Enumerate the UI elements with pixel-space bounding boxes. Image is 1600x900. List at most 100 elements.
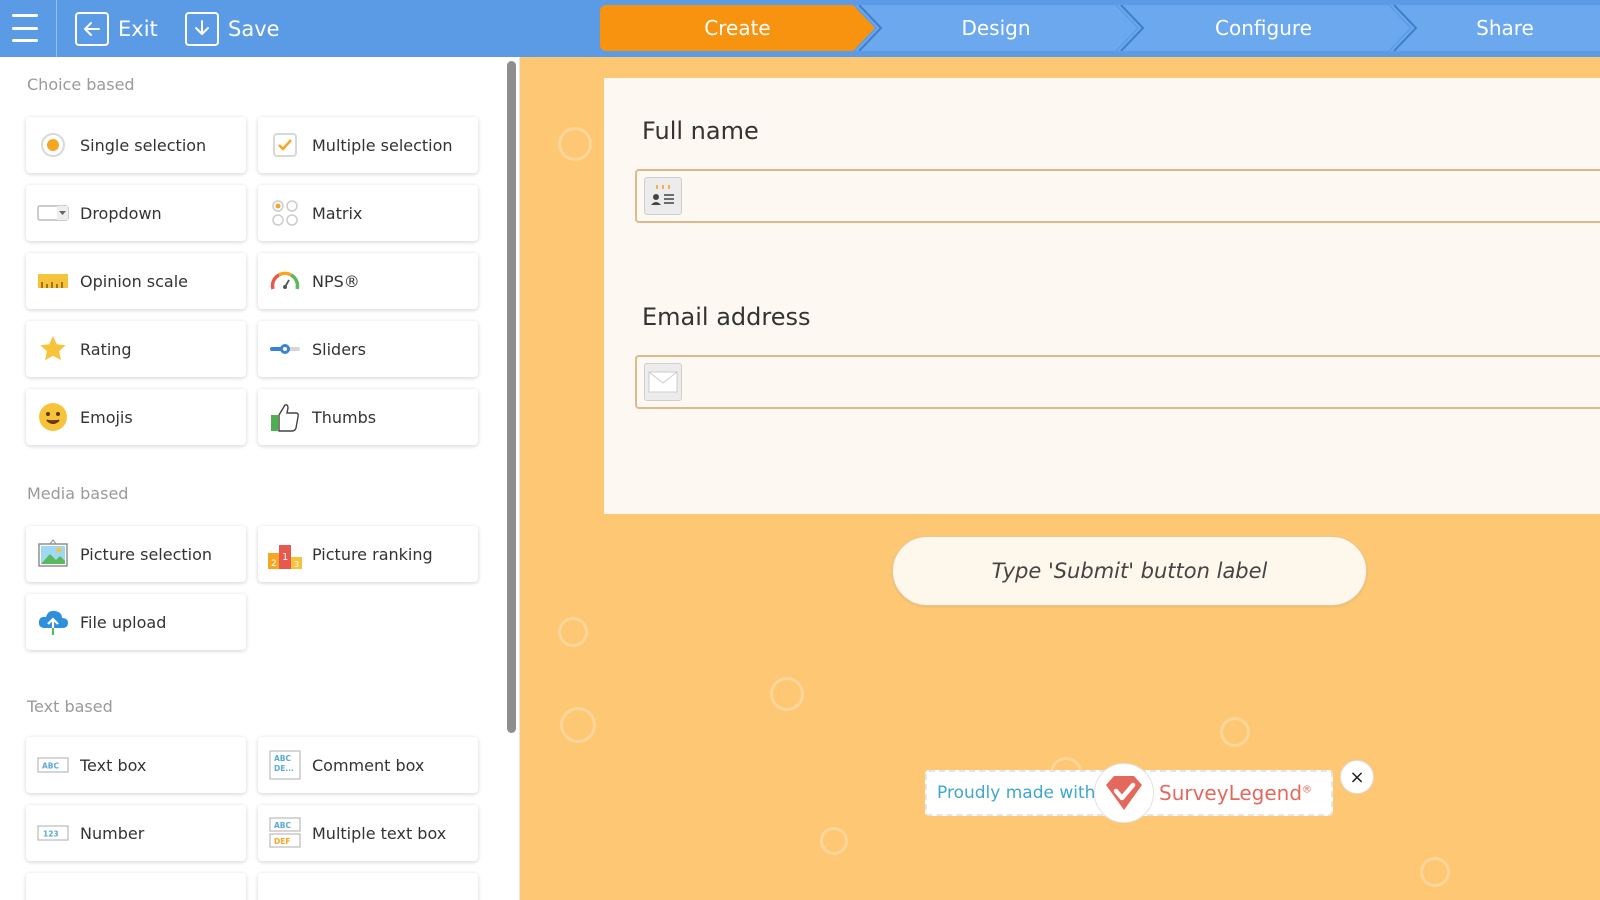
- question-type-partial[interactable]: [258, 873, 478, 900]
- svg-text:2: 2: [271, 559, 277, 569]
- divider: [56, 0, 57, 57]
- background-doodle: [820, 827, 848, 855]
- question-type-label: Opinion scale: [80, 271, 189, 291]
- question-type-sliders[interactable]: Sliders: [258, 321, 478, 377]
- svg-text:ABC: ABC: [274, 754, 292, 763]
- question-type-label: Picture ranking: [312, 544, 433, 564]
- question-type-label: Multiple selection: [312, 135, 453, 155]
- svg-text:1: 1: [282, 552, 288, 563]
- made-with-badge[interactable]: Proudly made with SurveyLegend®: [925, 763, 1333, 823]
- background-doodle: [560, 707, 596, 743]
- abc-def-icon: ABC DEF: [267, 817, 303, 849]
- dropdown-icon: [35, 197, 71, 229]
- star-icon: [35, 333, 71, 365]
- top-bar: Exit Save Create Design Configure Share: [0, 0, 1600, 57]
- question-type-label: Dropdown: [80, 203, 162, 223]
- form-card: Full name Email address: [604, 78, 1600, 514]
- section-title-choice: Choice based: [27, 75, 135, 94]
- contact-card-icon: [644, 177, 682, 215]
- survey-canvas: Full name Email address Type 'Submit' bu…: [520, 57, 1600, 900]
- checkbox-icon: [267, 129, 303, 161]
- question-type-label: Rating: [80, 339, 132, 359]
- close-badge-button[interactable]: ×: [1340, 760, 1374, 794]
- question-type-dropdown[interactable]: Dropdown: [26, 185, 246, 241]
- question-type-single-selection[interactable]: Single selection: [26, 117, 246, 173]
- step-configure[interactable]: Configure: [1117, 5, 1410, 51]
- step-label: Configure: [1215, 16, 1312, 40]
- abc-de-icon: ABC DE...: [267, 749, 303, 781]
- question-type-opinion-scale[interactable]: Opinion scale: [26, 253, 246, 309]
- envelope-icon: [644, 363, 682, 401]
- ruler-icon: [35, 265, 71, 297]
- picture-icon: [35, 538, 71, 570]
- emoji-icon: [35, 401, 71, 433]
- background-doodle: [1220, 717, 1250, 747]
- question-type-emojis[interactable]: Emojis: [26, 389, 246, 445]
- email-field[interactable]: [635, 355, 1600, 409]
- question-type-label: Multiple text box: [312, 823, 447, 843]
- question-type-label: Comment box: [312, 755, 425, 775]
- step-share[interactable]: Share: [1390, 5, 1600, 51]
- question-type-label: Matrix: [312, 203, 363, 223]
- svg-text:DE...: DE...: [274, 764, 294, 773]
- slider-icon: [267, 333, 303, 365]
- background-doodle: [558, 617, 588, 647]
- radio-icon: [35, 129, 71, 161]
- save-button[interactable]: Save: [185, 11, 280, 47]
- step-design[interactable]: Design: [855, 5, 1137, 51]
- cloud-upload-icon: [35, 606, 71, 638]
- question-title-email[interactable]: Email address: [642, 303, 811, 331]
- svg-text:ABC: ABC: [42, 762, 60, 771]
- badge-proud-text: Proudly made with: [937, 783, 1096, 803]
- question-type-rating[interactable]: Rating: [26, 321, 246, 377]
- question-title-full-name[interactable]: Full name: [642, 117, 759, 145]
- chevron-right-icon: [1120, 5, 1145, 51]
- question-type-comment-box[interactable]: ABC DE... Comment box: [258, 737, 478, 793]
- question-type-thumbs[interactable]: Thumbs: [258, 389, 478, 445]
- svg-text:3: 3: [294, 560, 299, 569]
- section-title-media: Media based: [27, 484, 129, 503]
- gauge-icon: [267, 265, 303, 297]
- question-type-nps[interactable]: NPS®: [258, 253, 478, 309]
- question-type-partial[interactable]: [26, 873, 246, 900]
- registered-mark: ®: [1302, 784, 1313, 796]
- exit-label: Exit: [118, 17, 158, 41]
- step-label: Create: [704, 16, 771, 40]
- question-type-matrix[interactable]: Matrix: [258, 185, 478, 241]
- brand-name: SurveyLegend: [1159, 781, 1303, 805]
- submit-button-label-input[interactable]: Type 'Submit' button label: [892, 536, 1367, 606]
- question-type-label: Text box: [80, 755, 147, 775]
- svg-text:ABC: ABC: [274, 821, 292, 830]
- sidebar-scrollbar[interactable]: [507, 61, 516, 733]
- question-type-label: NPS®: [312, 271, 360, 291]
- chevron-right-icon: [1393, 5, 1418, 51]
- step-label: Design: [961, 16, 1031, 40]
- question-type-label: File upload: [80, 612, 167, 632]
- question-type-label: Number: [80, 823, 145, 843]
- close-icon: ×: [1349, 766, 1365, 788]
- question-type-multiple-selection[interactable]: Multiple selection: [258, 117, 478, 173]
- section-title-text: Text based: [27, 697, 113, 716]
- background-doodle: [770, 677, 804, 711]
- arrow-left-icon: [75, 12, 109, 46]
- chevron-right-icon: [858, 5, 883, 51]
- full-name-field[interactable]: [635, 169, 1600, 223]
- menu-icon[interactable]: [12, 14, 38, 42]
- question-type-text-box[interactable]: ABC Text box: [26, 737, 246, 793]
- question-type-sidebar: Choice based Single selection Multiple s…: [0, 57, 520, 900]
- matrix-icon: [267, 197, 303, 229]
- exit-button[interactable]: Exit: [75, 11, 158, 47]
- question-type-picture-selection[interactable]: Picture selection: [26, 526, 246, 582]
- question-type-label: Sliders: [312, 339, 366, 359]
- number-icon: 123: [35, 817, 71, 849]
- question-type-number[interactable]: 123 Number: [26, 805, 246, 861]
- download-icon: [185, 12, 219, 46]
- question-type-picture-ranking[interactable]: 213 Picture ranking: [258, 526, 478, 582]
- step-label: Share: [1476, 16, 1534, 40]
- question-type-file-upload[interactable]: File upload: [26, 594, 246, 650]
- surveylegend-logo-icon: [1094, 763, 1154, 823]
- question-type-label: Single selection: [80, 135, 207, 155]
- step-create[interactable]: Create: [600, 5, 875, 51]
- save-label: Save: [228, 17, 280, 41]
- question-type-multiple-text-box[interactable]: ABC DEF Multiple text box: [258, 805, 478, 861]
